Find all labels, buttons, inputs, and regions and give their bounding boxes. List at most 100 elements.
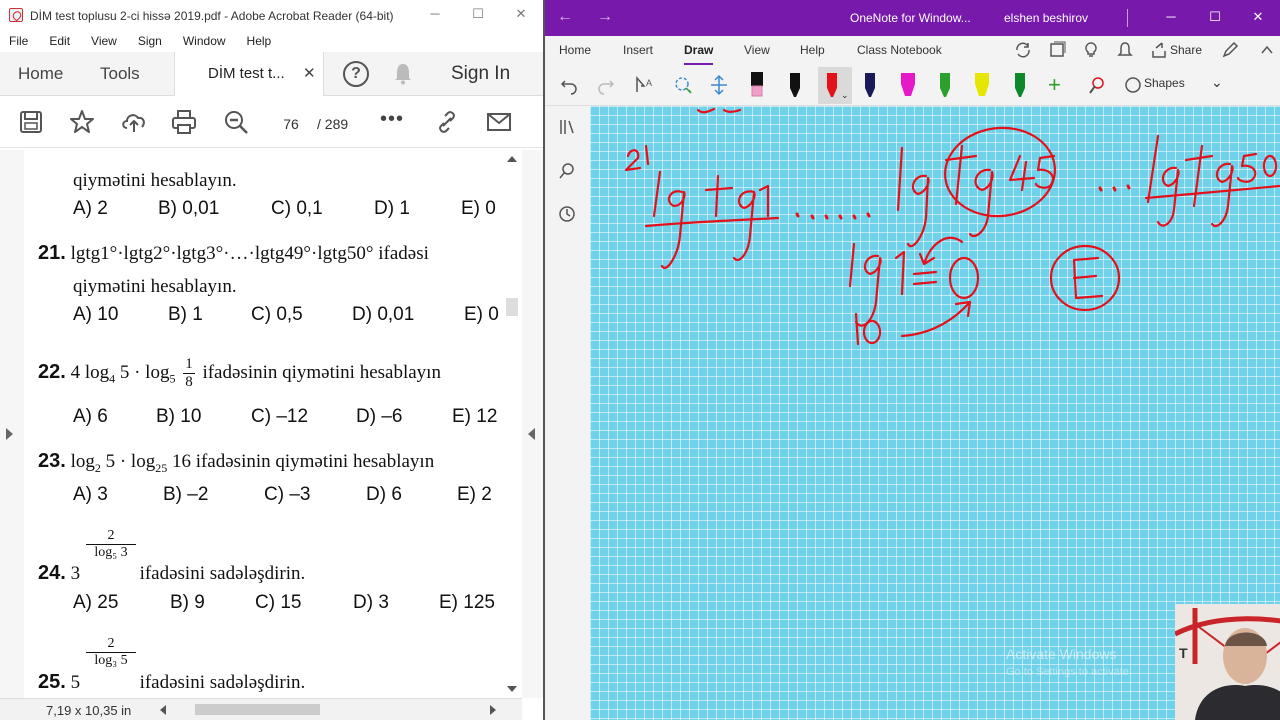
share-icon[interactable]: [1151, 41, 1167, 59]
q22-part-a: 4 log: [70, 361, 110, 383]
scroll-up-icon[interactable]: [507, 156, 517, 162]
undo-icon[interactable]: [559, 75, 579, 95]
menu-help[interactable]: Help: [247, 34, 272, 48]
tab-document-label: DİM test t...: [208, 65, 285, 82]
more-tools-icon[interactable]: •••: [380, 108, 404, 131]
tab-home[interactable]: Home: [18, 64, 63, 84]
left-panel-toggle[interactable]: [0, 150, 24, 698]
ribbon-expand-icon[interactable]: [1259, 41, 1275, 59]
add-pen-icon[interactable]: +: [1048, 72, 1061, 98]
highlighter-magenta[interactable]: [900, 70, 916, 100]
page-icon[interactable]: [1048, 41, 1066, 59]
highlighter-yellow[interactable]: [974, 70, 990, 100]
ribbon-tab-class-notebook[interactable]: Class Notebook: [857, 43, 942, 57]
q23-option-b: B) –2: [163, 484, 209, 505]
ink-l2: [896, 146, 904, 212]
ribbon-tab-home[interactable]: Home: [559, 43, 591, 57]
notification-bell-icon[interactable]: [393, 63, 413, 85]
q22-sub2: 5: [169, 371, 176, 386]
bell-icon[interactable]: [1116, 41, 1134, 59]
back-arrow-icon[interactable]: ←: [557, 8, 573, 26]
minimize-icon[interactable]: ─: [425, 6, 445, 21]
q25-exp-denominator: log₃ 5: [94, 653, 128, 668]
q23-option-d: D) 6: [366, 484, 402, 505]
menu-sign[interactable]: Sign: [138, 34, 162, 48]
menu-window[interactable]: Window: [183, 34, 226, 48]
q25-number: 25.: [38, 671, 66, 693]
menu-edit[interactable]: Edit: [49, 34, 70, 48]
page-number-input[interactable]: 76: [274, 114, 308, 134]
ink-21-two: [624, 149, 642, 172]
q21-expression: lgtg1°·lgtg2°·lgtg3°·…·lgtg49°·lgtg50° i…: [70, 243, 429, 264]
right-panel-toggle[interactable]: [522, 150, 543, 698]
ribbon-tabs: Home Insert Draw View Help Class Noteboo…: [545, 36, 1280, 66]
pen-red-selected[interactable]: [824, 70, 840, 100]
tab-document[interactable]: DİM test t... ✕: [174, 52, 324, 96]
pen-dark-green[interactable]: [1012, 70, 1028, 100]
horizontal-scroll-thumb[interactable]: [195, 704, 320, 715]
forward-arrow-icon[interactable]: →: [597, 8, 613, 26]
eraser-tool[interactable]: [749, 70, 765, 100]
scroll-left-icon[interactable]: [160, 705, 166, 715]
share-button[interactable]: Share: [1170, 43, 1202, 57]
shapes-chevron-icon[interactable]: ⌄: [1211, 74, 1223, 91]
add-space-icon[interactable]: [708, 74, 730, 96]
ribbon-tab-insert[interactable]: Insert: [623, 43, 653, 57]
onenote-close-icon[interactable]: ✕: [1248, 9, 1268, 25]
pdf-page: qiymətini hesablayın. A) 2 B) 0,01 C) 0,…: [24, 148, 504, 698]
menu-file[interactable]: File: [9, 34, 28, 48]
q25: 25. 5 ifadəsini sadələşdirin.: [38, 671, 305, 694]
menu-view[interactable]: View: [91, 34, 117, 48]
ribbon-tab-help[interactable]: Help: [800, 43, 825, 57]
pen-options-chevron-icon[interactable]: ⌄: [841, 90, 849, 101]
close-icon[interactable]: ✕: [511, 6, 531, 22]
pdf-vertical-scrollbar[interactable]: [503, 150, 521, 698]
onenote-minimize-icon[interactable]: ─: [1161, 9, 1181, 24]
q23-sub2: 25: [155, 460, 168, 475]
ribbon-tab-draw[interactable]: Draw: [684, 43, 714, 65]
q22-option-a: A) 6: [73, 406, 108, 427]
maximize-icon[interactable]: ☐: [468, 6, 488, 22]
lightbulb-icon[interactable]: [1082, 41, 1100, 59]
email-icon[interactable]: [485, 108, 513, 136]
onenote-maximize-icon[interactable]: ☐: [1205, 9, 1225, 25]
notebooks-icon[interactable]: [558, 118, 576, 136]
recent-clock-icon[interactable]: [558, 205, 576, 223]
sign-in-button[interactable]: Sign In: [451, 63, 510, 85]
tab-tools[interactable]: Tools: [100, 64, 140, 84]
user-name[interactable]: elshen beshirov: [1004, 11, 1088, 25]
ink-to-shape-icon[interactable]: [1086, 75, 1106, 95]
pen-edit-icon[interactable]: [1221, 41, 1239, 59]
type-select-icon[interactable]: A: [634, 74, 656, 96]
lasso-select-icon[interactable]: [672, 74, 694, 96]
acrobat-window: DİM test toplusu 2-ci hissə 2019.pdf - A…: [0, 0, 543, 720]
shapes-button[interactable]: Shapes: [1144, 76, 1185, 90]
ink-t3: [1184, 144, 1214, 208]
ink-l4: [848, 242, 856, 288]
search-icon[interactable]: [558, 162, 576, 180]
ribbon-tab-view[interactable]: View: [744, 43, 770, 57]
pen-black-1[interactable]: [787, 70, 803, 100]
ink-stroke-top: [696, 107, 742, 114]
zoom-out-icon[interactable]: [222, 108, 250, 136]
scroll-thumb[interactable]: [506, 298, 518, 316]
pen-green[interactable]: [937, 70, 953, 100]
scroll-down-icon[interactable]: [507, 686, 517, 692]
shapes-icon[interactable]: [1124, 76, 1142, 94]
help-icon[interactable]: ?: [343, 61, 369, 87]
pen-navy[interactable]: [862, 70, 878, 100]
q22-numerator: 1: [183, 356, 195, 374]
svg-text:A: A: [646, 78, 652, 88]
tab-close-icon[interactable]: ✕: [303, 64, 316, 82]
upload-cloud-icon[interactable]: [120, 108, 148, 136]
print-icon[interactable]: [170, 108, 198, 136]
share-link-icon[interactable]: [433, 108, 461, 136]
sync-icon[interactable]: [1014, 41, 1032, 59]
scroll-right-icon[interactable]: [490, 705, 496, 715]
bookmark-star-icon[interactable]: [68, 108, 96, 136]
q22-part-b: 5 · log: [115, 361, 170, 383]
q23: 23. log2 5 · log25 16 ifadəsinin qiyməti…: [38, 450, 434, 476]
acrobat-tabbar: Home Tools DİM test t... ✕ ? Sign In: [0, 52, 543, 96]
save-icon[interactable]: [17, 108, 45, 136]
note-canvas[interactable]: Activate Windows Go to Settings to activ…: [590, 106, 1280, 720]
